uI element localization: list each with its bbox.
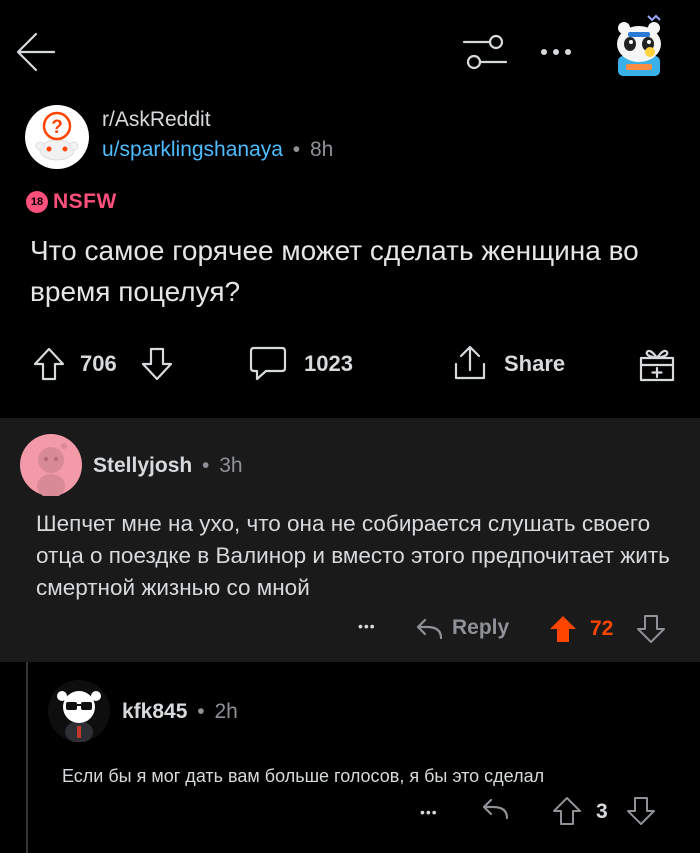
comment-age: 3h [219,454,243,477]
share-label: Share [504,351,566,376]
nsfw-label: NSFW [53,190,117,213]
more-options-button[interactable] [536,36,576,66]
share-button[interactable]: Share [452,344,582,384]
award-button[interactable] [638,344,676,384]
post-downvote-button[interactable] [140,346,174,382]
post-age: 8h [310,138,334,161]
comment-card: Stellyjosh • 3h Шепчет мне на ухо, что о… [0,418,700,662]
sliders-icon [462,34,508,70]
comment-meta: Stellyjosh • 3h [93,454,243,478]
reply-score: 3 [596,800,608,823]
commenter-avatar[interactable] [20,434,82,496]
post-title[interactable]: Что самое горячее может сделать женщина … [30,230,680,312]
downvote-arrow-icon [627,797,655,825]
reply-thread-line [26,662,28,853]
upvote-arrow-icon [33,347,65,381]
comment-body: Шепчет мне на ухо, что она не собирается… [36,511,670,600]
subreddit-name[interactable]: r/AskReddit [102,108,211,132]
reply-label: Reply [452,616,510,639]
more-horizontal-icon [541,49,571,55]
comment-count: 1023 [304,351,353,376]
reply-downvote-button[interactable] [626,796,656,826]
reply-arrow-icon [416,618,443,640]
nsfw-tag: 18 NSFW [26,190,117,214]
sort-filter-button[interactable] [460,30,510,74]
meta-separator: • [202,454,210,477]
snoo-avatar-icon [20,434,82,496]
reply-age: 2h [214,700,238,723]
reply-reply-button[interactable] [480,796,514,826]
reply-button[interactable]: Reply [414,614,524,644]
comment-author[interactable]: Stellyjosh [93,454,192,477]
reply-body: Если бы я мог дать вам больше голосов, я… [62,766,545,786]
reply-upvote-button[interactable] [552,796,582,826]
post-score: 706 [80,351,117,376]
reply-avatar[interactable] [48,680,110,742]
user-avatar-icon [617,14,661,76]
subreddit-avatar[interactable]: ? [24,104,90,170]
meta-separator: • [197,700,205,723]
comment-upvote-button[interactable] [548,614,578,644]
reply-meta: kfk845 • 2h [122,700,238,724]
askreddit-icon: ? [25,105,89,169]
upvote-arrow-icon [553,797,581,825]
post-upvote-button[interactable] [32,346,66,382]
svg-text:?: ? [51,117,63,138]
comment-bubble-icon [249,346,287,381]
meta-separator: • [292,138,301,161]
reply-more-button[interactable]: ••• [420,804,438,820]
comment-more-button[interactable]: ••• [358,618,376,634]
comment-score: 72 [590,617,614,640]
user-avatar-button[interactable] [604,10,674,80]
post-comments-button[interactable]: 1023 [248,344,378,384]
reply-author[interactable]: kfk845 [122,700,187,723]
snoo-sunglasses-avatar-icon [48,680,110,742]
downvote-arrow-icon [141,347,173,381]
reply-arrow-icon [482,798,509,820]
downvote-arrow-icon [637,615,665,643]
share-icon [454,345,486,380]
nsfw-18-icon: 18 [26,191,48,213]
comment-downvote-button[interactable] [636,614,666,644]
gift-icon [639,349,675,382]
post-meta: u/sparklingshanaya • 8h [102,138,333,162]
post-author-link[interactable]: u/sparklingshanaya [102,138,283,161]
back-arrow-icon [16,32,56,72]
back-button[interactable] [12,28,60,76]
upvote-filled-icon [550,616,576,642]
